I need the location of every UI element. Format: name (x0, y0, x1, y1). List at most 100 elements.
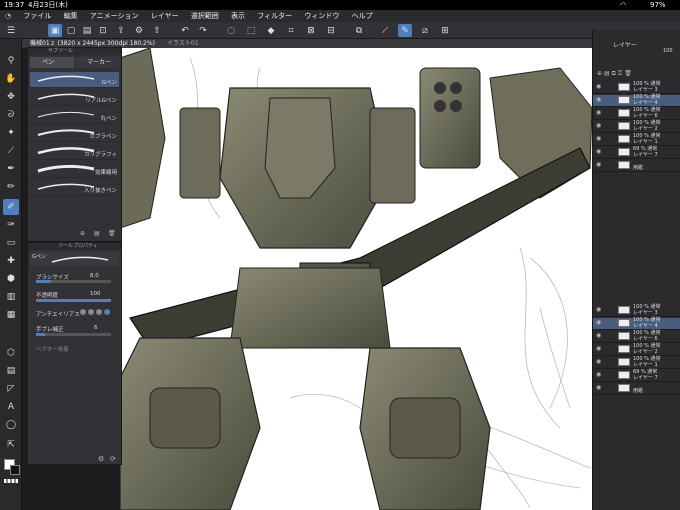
fill-icon[interactable]: ◆ (264, 24, 278, 37)
brush-size-value[interactable]: 8.0 (90, 273, 99, 279)
menu-window[interactable]: ウィンドウ (299, 10, 344, 22)
sub-color-swatch[interactable] (10, 465, 20, 475)
app-logo-icon[interactable]: ◔ (0, 10, 16, 22)
property-reset-icon[interactable]: ⟳ (110, 455, 116, 463)
layer-mode-icon[interactable]: ▣ (48, 24, 62, 37)
visibility-eye-icon[interactable]: ◉ (596, 333, 601, 339)
airbrush-icon[interactable]: ✑ (3, 217, 19, 233)
secondary-document-tab[interactable]: イラスト01 (167, 39, 199, 48)
zoom-tool-icon[interactable]: ⚲ (3, 53, 19, 69)
layer-row[interactable]: ◉ 用紙 (593, 383, 680, 395)
blend-tool-icon[interactable]: ✚ (3, 253, 19, 269)
subtool-item-round-pen[interactable]: 丸ペン (30, 108, 119, 124)
layer-row[interactable]: ◉ 用紙 (593, 160, 680, 172)
opacity-value[interactable]: 100 (90, 291, 101, 297)
move-tool-icon[interactable]: ✥ (3, 89, 19, 105)
visibility-eye-icon[interactable]: ◉ (596, 84, 601, 90)
subtool-item-effect-line[interactable]: 効果線用 (30, 162, 119, 178)
subtool-item-gpen[interactable]: Gペン (30, 72, 119, 88)
opacity-slider[interactable] (36, 299, 111, 302)
layer-row[interactable]: ◉ 100 % 通常 レイヤー 2 (593, 121, 680, 133)
layer-row[interactable]: ◉ 100 % 通常 レイヤー 2 (593, 344, 680, 356)
delete-layer-icon[interactable]: 🗑 (624, 70, 632, 77)
menu-help[interactable]: ヘルプ (347, 10, 378, 22)
magic-wand-icon[interactable]: ✦ (3, 125, 19, 141)
lasso-tool-icon[interactable]: ᘐ (3, 107, 19, 123)
frame-tool-icon[interactable]: ▤ (3, 363, 19, 379)
new-file-icon[interactable]: ▢ (64, 24, 78, 37)
property-settings-icon[interactable]: ⚙ (98, 455, 104, 463)
antialias-strong-option[interactable] (104, 309, 110, 315)
ruler-snap-icon[interactable]: ⟋ (378, 24, 392, 37)
crop-icon[interactable]: ⧉ (352, 24, 366, 37)
hand-tool-icon[interactable]: ✋ (3, 71, 19, 87)
subtool-item-taper-pen[interactable]: 入り抜きペン (30, 180, 119, 196)
subtool-settings-icon[interactable]: ▤ (94, 230, 100, 237)
text-tool-icon[interactable]: A (3, 399, 19, 415)
layer-row[interactable]: ◉ 100 % 通常 レイヤー 4 (593, 95, 680, 107)
subtool-item-real-gpen[interactable]: リアルGペン (30, 90, 119, 106)
menu-edit[interactable]: 編集 (59, 10, 83, 22)
visibility-eye-icon[interactable]: ◉ (596, 372, 601, 378)
brush-tool-icon[interactable]: ✐ (3, 199, 19, 215)
menu-animation[interactable]: アニメーション (85, 10, 144, 22)
layer-row[interactable]: ◉ 69 % 通常 レイヤー 7 (593, 147, 680, 159)
brush-size-slider[interactable] (36, 280, 111, 283)
visibility-eye-icon[interactable]: ◉ (596, 346, 601, 352)
shape-tool-icon[interactable]: ▦ (3, 307, 19, 323)
perspective-icon[interactable]: ⧄ (418, 24, 432, 37)
delete-subtool-icon[interactable]: 🗑 (108, 230, 116, 237)
eyedropper-icon[interactable]: ⟋ (3, 143, 19, 159)
layer-row[interactable]: ◉ 100 % 通常 レイヤー 1 (593, 134, 680, 146)
fill-tool-icon[interactable]: ⬢ (3, 271, 19, 287)
menu-view[interactable]: 表示 (226, 10, 250, 22)
menu-file[interactable]: ファイル (18, 10, 56, 22)
save-icon[interactable]: ⊡ (96, 24, 110, 37)
antialias-medium-option[interactable] (96, 309, 102, 315)
visibility-eye-icon[interactable]: ◉ (596, 136, 601, 142)
balloon-tool-icon[interactable]: ◯ (3, 417, 19, 433)
layer-row[interactable]: ◉ 69 % 通常 レイヤー 7 (593, 370, 680, 382)
layer-row[interactable]: ◉ 100 % 通常 レイヤー 1 (593, 357, 680, 369)
menu-layer[interactable]: レイヤー (146, 10, 184, 22)
subtool-item-calligraphy[interactable]: カリグラフィ (30, 144, 119, 160)
subtool-item-kabura-pen[interactable]: カブラペン (30, 126, 119, 142)
invert-selection-icon[interactable]: ⊟ (324, 24, 338, 37)
undo-icon[interactable]: ↶ (178, 24, 192, 37)
layer-opacity-value[interactable]: 100 (663, 48, 673, 54)
hamburger-menu-icon[interactable]: ☰ (4, 24, 18, 37)
new-layer-icon[interactable]: ⊕ (597, 70, 602, 77)
antialias-weak-option[interactable] (88, 309, 94, 315)
subtool-tab-pen[interactable]: ペン (30, 57, 74, 68)
visibility-eye-icon[interactable]: ◉ (596, 162, 601, 168)
polygon-tool-icon[interactable]: ⬡ (3, 345, 19, 361)
clip-layer-icon[interactable]: ⧉ (612, 70, 616, 77)
transform-icon[interactable]: ⬚ (244, 24, 258, 37)
new-folder-icon[interactable]: ▤ (604, 70, 610, 77)
clear-icon[interactable]: ◌ (224, 24, 238, 37)
visibility-eye-icon[interactable]: ◉ (596, 320, 601, 326)
menu-selection[interactable]: 選択範囲 (186, 10, 224, 22)
operation-tool-icon[interactable]: ⇱ (3, 437, 19, 453)
antialias-none-option[interactable] (80, 309, 86, 315)
visibility-eye-icon[interactable]: ◉ (596, 149, 601, 155)
visibility-eye-icon[interactable]: ◉ (596, 123, 601, 129)
pen-snap-icon[interactable]: ✎ (398, 24, 412, 37)
guide-icon[interactable]: ⊞ (438, 24, 452, 37)
ruler-tool-icon[interactable]: ◸ (3, 381, 19, 397)
open-file-icon[interactable]: ▤ (80, 24, 94, 37)
layer-row[interactable]: ◉ 100 % 通常 レイヤー 6 (593, 331, 680, 343)
transparent-color-swatch[interactable] (4, 479, 18, 483)
redo-icon[interactable]: ↷ (196, 24, 210, 37)
settings-icon[interactable]: ⚙ (132, 24, 146, 37)
visibility-eye-icon[interactable]: ◉ (596, 307, 601, 313)
visibility-eye-icon[interactable]: ◉ (596, 359, 601, 365)
layer-row[interactable]: ◉ 100 % 通常 レイヤー 6 (593, 108, 680, 120)
pen-tool-icon[interactable]: ✒ (3, 161, 19, 177)
select-all-icon[interactable]: ⌗ (284, 24, 298, 37)
layer-row[interactable]: ◉ 100 % 通常 レイヤー 3 (593, 305, 680, 317)
subtool-tab-marker[interactable]: マーカー (75, 57, 119, 68)
layer-row[interactable]: ◉ 100 % 通常 レイヤー 3 (593, 82, 680, 94)
pencil-tool-icon[interactable]: ✏ (3, 179, 19, 195)
drawing-canvas[interactable] (120, 48, 592, 510)
